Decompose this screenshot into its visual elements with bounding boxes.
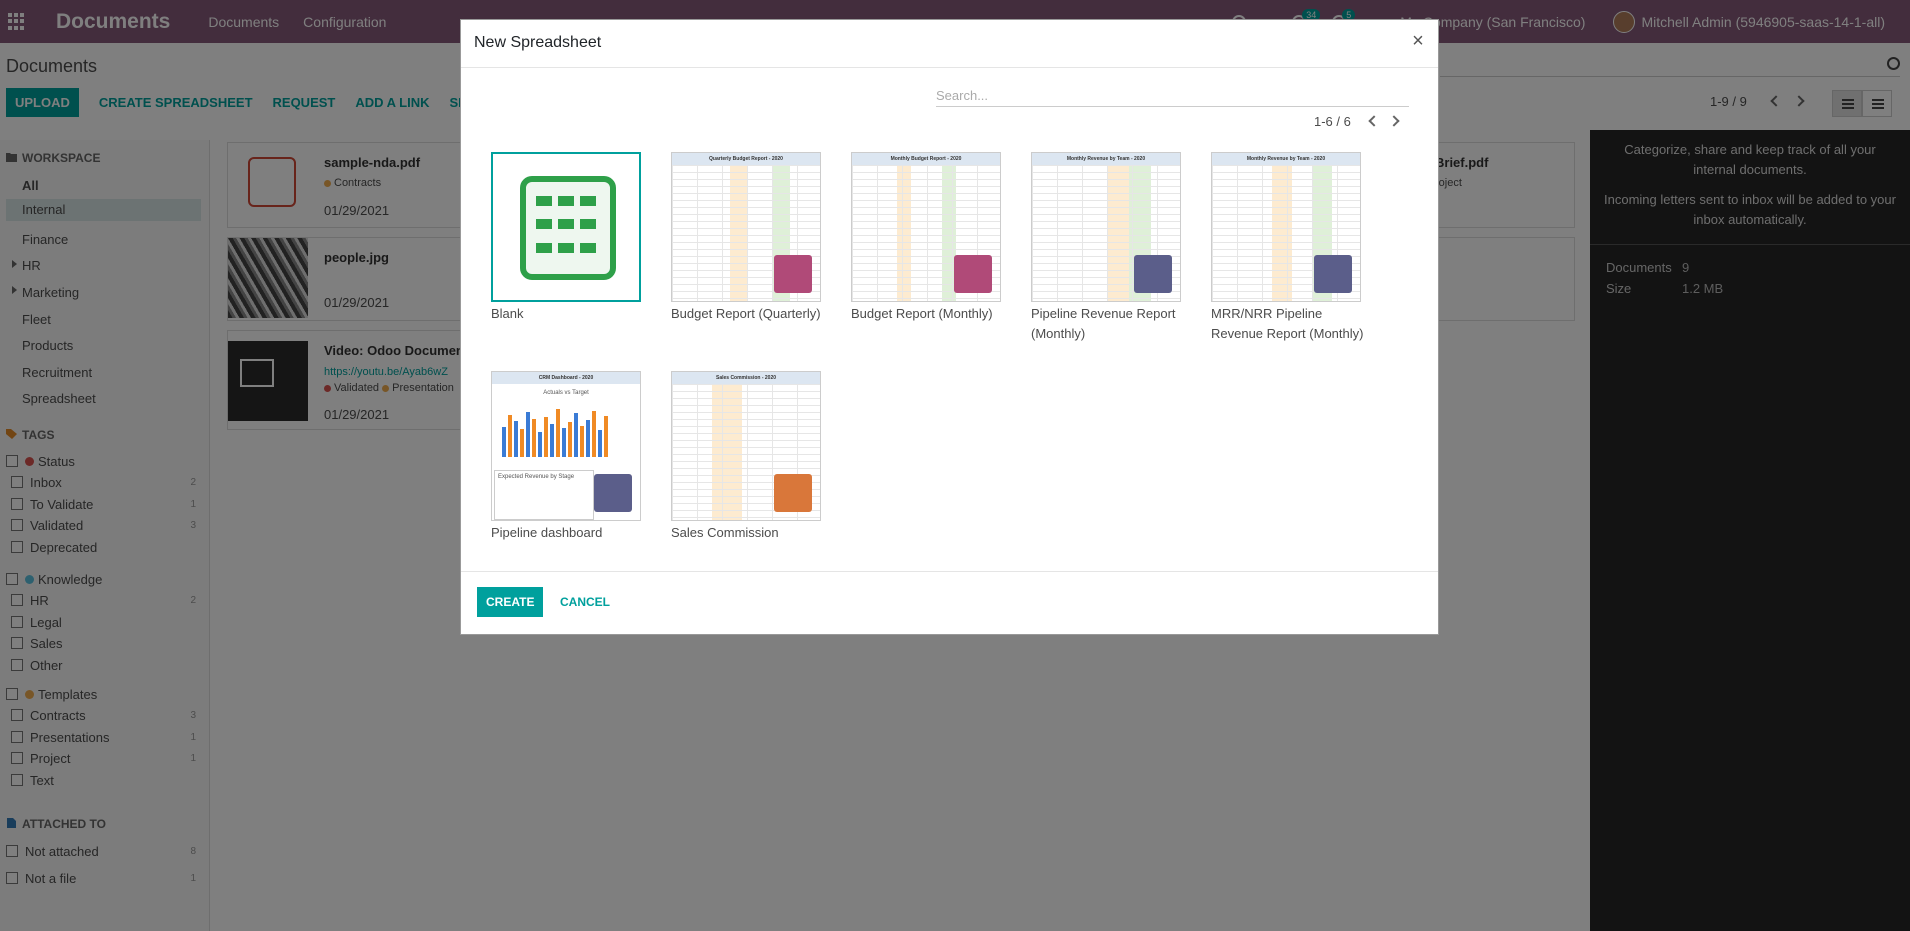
cancel-button[interactable]: CANCEL <box>560 595 610 609</box>
template-thumbnail[interactable]: Quarterly Budget Report - 2020 <box>671 152 821 302</box>
template-thumbnail[interactable]: Sales Commission - 2020 <box>671 371 821 521</box>
report-icon <box>774 255 812 293</box>
new-spreadsheet-dialog: New Spreadsheet × Search... 1-6 / 6 Blan… <box>460 19 1439 635</box>
modal-title: New Spreadsheet <box>474 34 602 51</box>
template-thumbnail[interactable]: Monthly Budget Report - 2020 <box>851 152 1001 302</box>
modal-pager-next-icon[interactable] <box>1388 115 1400 127</box>
report-icon <box>954 255 992 293</box>
handshake-icon <box>594 474 632 512</box>
chart-trend-icon <box>774 474 812 512</box>
create-button[interactable]: CREATE <box>477 587 544 617</box>
modal-pager-value[interactable]: 1-6 / 6 <box>1314 114 1351 129</box>
template-label: Blank <box>491 306 524 321</box>
modal-pager-previous-icon[interactable] <box>1368 115 1380 127</box>
spreadsheet-icon <box>520 176 616 280</box>
template-label: MRR/NRR Pipeline Revenue Report (Monthly… <box>1211 306 1364 341</box>
template-search-input[interactable]: Search... <box>936 85 1409 107</box>
template-label: Budget Report (Monthly) <box>851 306 993 321</box>
close-icon[interactable]: × <box>1408 30 1428 53</box>
search-placeholder: Search... <box>936 88 989 103</box>
template-thumbnail[interactable]: Monthly Revenue by Team - 2020 <box>1211 152 1361 302</box>
modal-footer: CREATE CANCEL <box>461 571 1438 635</box>
template-thumbnail[interactable]: CRM Dashboard - 2020 Actuals vs Target E… <box>491 371 641 521</box>
handshake-icon <box>1314 255 1352 293</box>
template-thumbnail[interactable] <box>491 152 641 302</box>
template-label: Budget Report (Quarterly) <box>671 306 821 321</box>
template-label: Pipeline Revenue Report (Monthly) <box>1031 306 1176 341</box>
template-thumbnail[interactable]: Monthly Revenue by Team - 2020 <box>1031 152 1181 302</box>
dashboard-chart <box>502 402 627 457</box>
handshake-icon <box>1134 255 1172 293</box>
template-label: Pipeline dashboard <box>491 525 603 540</box>
template-label: Sales Commission <box>671 525 779 540</box>
modal-header: New Spreadsheet × <box>461 20 1438 68</box>
